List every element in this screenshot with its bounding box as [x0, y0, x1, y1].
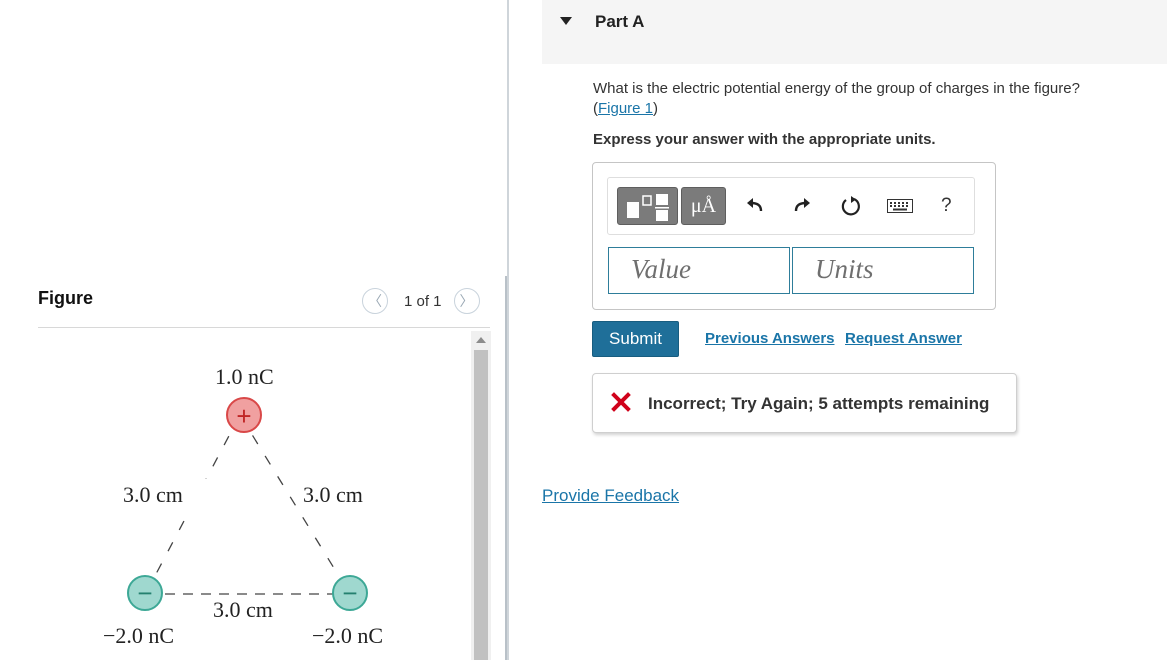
units-input[interactable]: Units: [792, 247, 974, 294]
feedback-message: Incorrect; Try Again; 5 attempts remaini…: [648, 394, 990, 413]
positive-charge: +: [226, 397, 262, 433]
scroll-up-button[interactable]: [471, 331, 491, 348]
keyboard-button[interactable]: [886, 194, 914, 218]
redo-icon: [794, 198, 810, 212]
units-icon: μÅ: [690, 194, 717, 217]
right-charge-label: −2.0 nC: [312, 623, 383, 648]
question-text: What is the electric potential energy of…: [593, 79, 1133, 119]
reset-button[interactable]: [839, 194, 863, 218]
figure-pager: 〈 1 of 1 〉: [362, 288, 480, 314]
feedback-box: Incorrect; Try Again; 5 attempts remaini…: [592, 373, 1017, 433]
undo-button[interactable]: [743, 194, 767, 218]
submit-button[interactable]: Submit: [592, 321, 679, 357]
plus-sign: +: [236, 401, 251, 431]
minus-sign-right: −: [342, 578, 357, 608]
figure-scrollbar[interactable]: [471, 331, 491, 660]
charge-triangle-diagram: + − − 1.0 nC 3.0 cm 3.0 cm 3.0 cm −2.0 n…: [103, 364, 390, 648]
answer-instruction: Express your answer with the appropriate…: [593, 131, 936, 148]
next-figure-button[interactable]: 〉: [453, 288, 480, 314]
top-charge-label: 1.0 nC: [215, 364, 274, 389]
units-placeholder: Units: [815, 254, 874, 284]
redo-button[interactable]: [790, 194, 814, 218]
reset-icon: [841, 196, 860, 216]
help-button[interactable]: ?: [941, 195, 952, 217]
incorrect-x-icon: [611, 392, 631, 412]
bottom-side-label: 3.0 cm: [213, 597, 273, 622]
scroll-thumb[interactable]: [474, 350, 488, 660]
units-button[interactable]: μÅ: [681, 187, 726, 225]
figure-link-close-paren: ): [653, 100, 659, 117]
question-body: What is the electric potential energy of…: [593, 80, 1080, 97]
undo-icon: [747, 198, 763, 212]
prev-figure-button[interactable]: 〈: [362, 288, 388, 314]
triangle-up-icon: [476, 336, 486, 343]
collapse-caret-icon[interactable]: [560, 17, 572, 25]
provide-feedback-link[interactable]: Provide Feedback: [542, 486, 679, 506]
help-icon: ?: [941, 195, 952, 216]
value-input[interactable]: Value: [608, 247, 790, 294]
figure-link[interactable]: Figure 1: [598, 100, 653, 117]
pane-divider-handle[interactable]: [505, 276, 507, 660]
left-side-label: 3.0 cm: [123, 482, 183, 507]
minus-sign-left: −: [137, 578, 152, 608]
negative-charge-left: −: [127, 575, 163, 611]
value-placeholder: Value: [631, 254, 691, 284]
part-a-header[interactable]: Part A: [542, 0, 1167, 64]
figure-title: Figure: [38, 288, 94, 308]
templates-button[interactable]: [617, 187, 678, 225]
right-side-label: 3.0 cm: [303, 482, 363, 507]
answer-box: μÅ ? Value Units: [592, 162, 996, 310]
left-charge-label: −2.0 nC: [103, 623, 174, 648]
request-answer-link[interactable]: Request Answer: [845, 330, 962, 347]
pane-divider[interactable]: [507, 0, 509, 660]
math-toolbar: μÅ ?: [607, 177, 975, 235]
chevron-right-icon: 〉: [459, 293, 474, 309]
keyboard-icon: [887, 199, 913, 213]
negative-charge-right: −: [332, 575, 368, 611]
pager-text: 1 of 1: [404, 292, 442, 310]
chevron-left-icon: 〈: [368, 293, 382, 309]
part-title: Part A: [595, 12, 645, 31]
figure-divider: [38, 327, 490, 328]
templates-icon: [627, 194, 669, 221]
previous-answers-link[interactable]: Previous Answers: [705, 330, 835, 347]
